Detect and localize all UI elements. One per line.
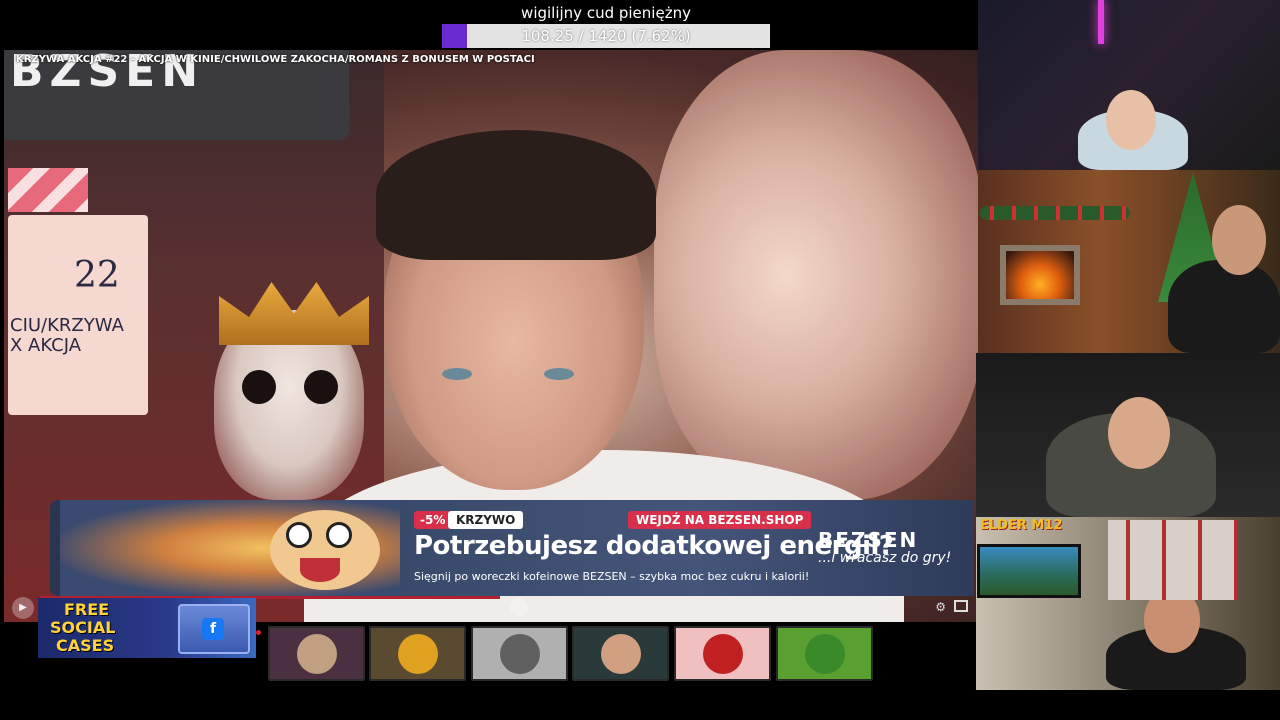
garland-decoration [980,206,1130,220]
fsc-line-1: FREE [64,600,110,619]
cam3-person-head [1108,397,1170,469]
settings-icon[interactable]: ⚙ [935,600,946,614]
webcam-3[interactable] [976,353,1280,517]
fsc-line-3: CASES [56,636,115,655]
fireplace [1000,245,1080,305]
cam1-person-head [1106,90,1156,150]
collectibles-shelf [1108,520,1238,600]
clapper-number: 22 [74,255,120,296]
emote-5[interactable] [674,626,771,681]
emote-2-art [397,633,438,674]
ad-mascot-eye-left [286,522,312,548]
clapper-text-1: CIU/KRZYWA [10,315,124,336]
clapper-stripe [8,168,88,212]
emote-3-art [499,633,540,674]
facebook-icon: f [202,618,224,640]
emote-4-art [600,633,641,674]
ad-mascot-eye-right [326,522,352,548]
goal-progress-text: 108.25 / 1420 (7.62%) [521,27,691,45]
emote-6-art [804,633,845,674]
clapper-text-2: X AKCJA [10,335,82,356]
skull-eye-right [304,370,338,404]
ad-brand-logo: BEZSEN [818,528,919,552]
free-social-cases-banner[interactable]: FREE SOCIAL CASES f [38,598,256,658]
play-icon[interactable]: ▶ [12,597,34,619]
streamer-eye-right [544,368,574,380]
emote-2[interactable] [369,626,466,681]
streamer-hair [376,130,656,260]
video-title-caption: KRZYWA AKCJA #22 - AKCJA W KINIE/CHWILOW… [16,54,535,65]
krzywo-badge: KRZYWO [448,511,524,529]
goal-title: wigilijny cud pieniężny [521,4,691,22]
emote-1[interactable] [268,626,365,681]
live-dot-icon [256,630,261,635]
discount-badge: -5% [414,511,452,529]
neon-light [1098,0,1104,44]
donation-goal: wigilijny cud pieniężny 108.25 / 1420 (7… [442,2,770,48]
elder-logo: ELDER M12 [980,518,1063,533]
emote-5-art [702,633,743,674]
emote-4[interactable] [572,626,669,681]
fullscreen-icon[interactable] [954,600,968,612]
ad-subtext: Sięgnij po woreczki kofeinowe BEZSEN – s… [414,570,810,583]
fsc-line-2: SOCIAL [50,618,116,637]
ad-mascot-mouth [300,558,340,582]
emote-3[interactable] [471,626,568,681]
feather-decoration [654,50,978,500]
ad-tagline: ...i wracasz do gry! [818,550,952,566]
aquarium [977,544,1081,598]
stream-layout: wigilijny cud pieniężny 108.25 / 1420 (7… [0,0,1280,720]
bezsen-ad-banner[interactable]: -5% KRZYWO WEJDŹ NA BEZSEN.SHOP Potrzebu… [50,500,974,596]
chevron-up-icon[interactable]: ⌃ [510,598,528,616]
cam2-person-head [1212,205,1266,275]
goal-progress-bar: 108.25 / 1420 (7.62%) [442,24,770,48]
webcam-1[interactable] [978,0,1280,170]
streamer-eye-left [442,368,472,380]
cam2-person-body [1168,260,1280,353]
skull-eye-left [242,370,276,404]
emote-1-art [296,633,337,674]
emote-6[interactable] [776,626,873,681]
shop-cta-button[interactable]: WEJDŹ NA BEZSEN.SHOP [628,511,812,529]
